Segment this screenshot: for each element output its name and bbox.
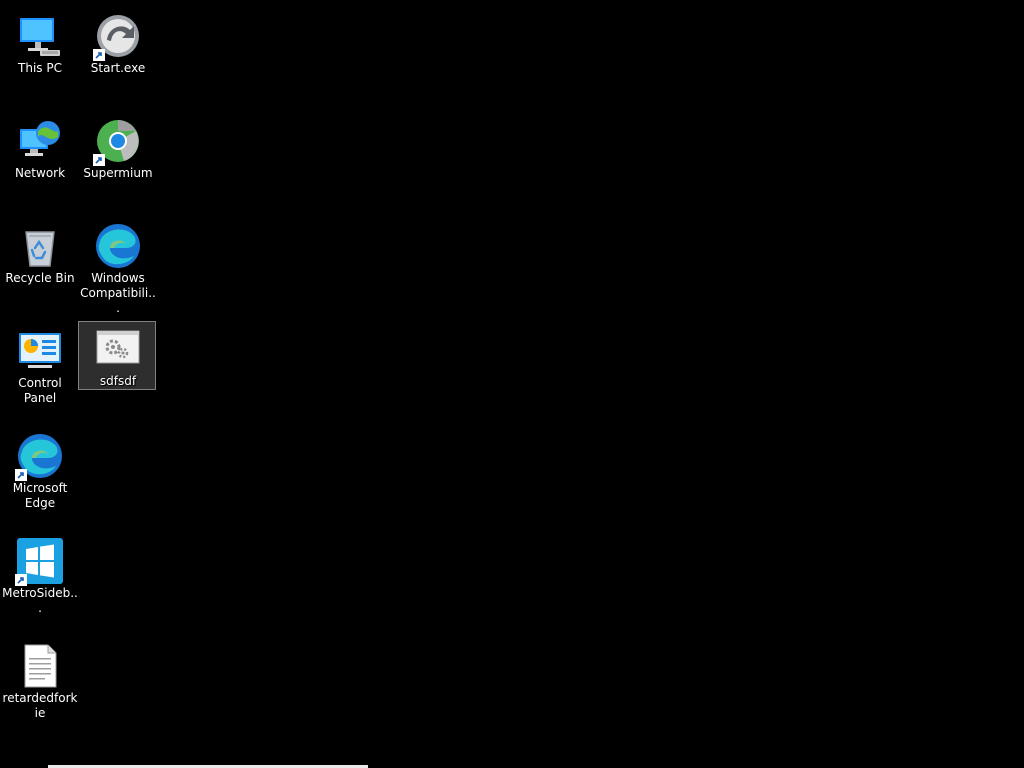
shortcut-arrow-icon bbox=[15, 574, 27, 586]
desktop-icon-label: retardedforkie bbox=[2, 691, 78, 720]
desktop[interactable]: This PC Start.exe Network Supermium Recy… bbox=[0, 0, 1024, 768]
edge-icon bbox=[94, 222, 142, 270]
desktop-icon-network[interactable]: Network bbox=[0, 113, 78, 183]
desktop-icon-label: Microsoft Edge bbox=[12, 481, 68, 510]
desktop-icon-label: Start.exe bbox=[90, 61, 146, 75]
desktop-icon-label: MetroSideb... bbox=[2, 586, 78, 615]
desktop-icon-microsoft-edge[interactable]: Microsoft Edge bbox=[0, 428, 78, 510]
desktop-icon-label: Supermium bbox=[83, 166, 153, 180]
desktop-icon-sdfsdf[interactable]: sdfsdf bbox=[78, 321, 156, 390]
desktop-icon-this-pc[interactable]: This PC bbox=[0, 8, 78, 78]
recycle-bin-icon bbox=[16, 222, 64, 270]
desktop-icon-metrosidebar[interactable]: MetroSideb... bbox=[0, 533, 78, 615]
control-panel-icon bbox=[16, 327, 64, 375]
desktop-icon-supermium[interactable]: Supermium bbox=[78, 113, 156, 183]
desktop-icon-control-panel[interactable]: Control Panel bbox=[0, 323, 78, 405]
desktop-icon-label: Windows Compatibili... bbox=[80, 271, 156, 315]
shortcut-arrow-icon bbox=[93, 49, 105, 61]
desktop-icon-label: sdfsdf bbox=[99, 374, 137, 388]
text-file-icon bbox=[16, 642, 64, 690]
shortcut-arrow-icon bbox=[15, 469, 27, 481]
desktop-icon-windows-compatibility[interactable]: Windows Compatibili... bbox=[78, 218, 156, 315]
monitor-icon bbox=[16, 12, 64, 60]
network-icon bbox=[16, 117, 64, 165]
desktop-icon-label: This PC bbox=[18, 61, 62, 75]
desktop-icon-label: Control Panel bbox=[18, 376, 62, 405]
desktop-icon-recycle-bin[interactable]: Recycle Bin bbox=[0, 218, 78, 288]
desktop-icon-label: Recycle Bin bbox=[5, 271, 75, 285]
desktop-icon-retardedforkie[interactable]: retardedforkie bbox=[0, 638, 78, 720]
settings-window-icon bbox=[94, 325, 142, 373]
desktop-icon-start-exe[interactable]: Start.exe bbox=[78, 8, 156, 78]
desktop-icon-label: Network bbox=[14, 166, 66, 180]
shortcut-arrow-icon bbox=[93, 154, 105, 166]
